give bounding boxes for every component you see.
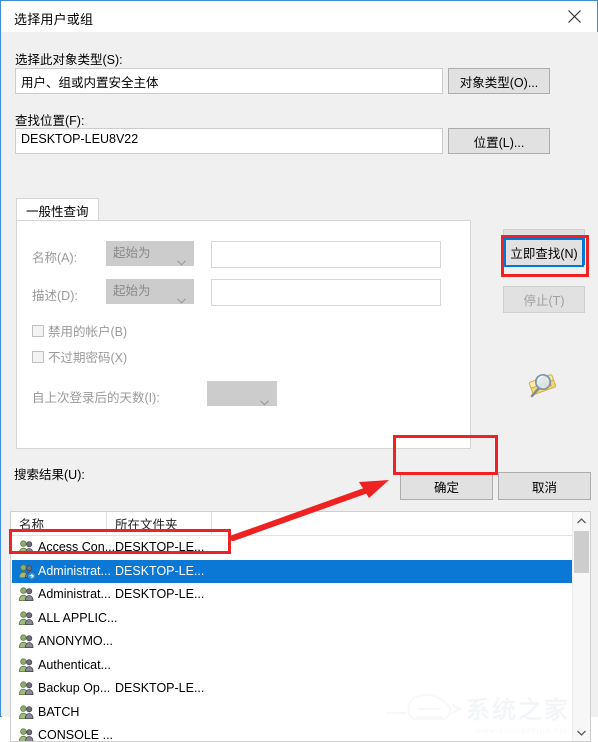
checkbox-box [32, 324, 44, 337]
row-name: ANONYMO... [38, 634, 114, 648]
non-expiring-password-label: 不过期密码(X) [48, 351, 128, 365]
table-row[interactable]: ANONYMO... [11, 630, 573, 654]
user-group-icon [18, 563, 37, 581]
description-condition-select[interactable]: 起始为 [106, 279, 194, 304]
row-folder: DESKTOP-LE... [115, 563, 205, 578]
row-name: Access Con... [38, 540, 116, 554]
column-header-folder[interactable]: 所在文件夹 [107, 512, 212, 534]
description-label: 描述(D): [32, 289, 78, 303]
table-row[interactable]: Administrat... DESKTOP-LE... [11, 583, 573, 607]
user-group-icon [18, 539, 35, 556]
disabled-accounts-checkbox[interactable]: 禁用的帐户(B) [32, 321, 127, 340]
table-row[interactable]: Authenticat... [11, 654, 573, 678]
page-title: 选择用户或组 [14, 12, 94, 27]
scroll-up-icon[interactable] [573, 512, 590, 529]
find-now-button[interactable]: 立即查找(N) [504, 238, 584, 267]
cancel-button[interactable]: 取消 [498, 472, 591, 500]
list-scrollbar[interactable] [572, 512, 590, 741]
find-magnifier-key-icon [523, 369, 563, 403]
user-group-icon [18, 727, 35, 741]
days-since-logon-select[interactable] [207, 381, 277, 406]
row-name: Backup Op... [38, 681, 111, 695]
location-label: 查找位置(F): [15, 114, 85, 128]
location-button[interactable]: 位置(L)... [448, 128, 550, 154]
user-group-icon [18, 633, 35, 650]
object-type-label: 选择此对象类型(S): [15, 53, 123, 67]
user-group-icon [18, 704, 35, 721]
row-name: Administrat... [38, 563, 111, 578]
list-header-row: 名称 所在文件夹 [11, 512, 590, 536]
stop-button[interactable]: 停止(T) [503, 286, 585, 313]
user-group-icon [18, 610, 35, 627]
search-results-list[interactable]: 名称 所在文件夹 Access Con... DESKTOP-LE... Admin… [10, 511, 591, 742]
scrollbar-thumb[interactable] [574, 531, 589, 573]
user-group-icon [18, 586, 35, 603]
disabled-accounts-label: 禁用的帐户(B) [48, 325, 128, 339]
object-type-button[interactable]: 对象类型(O)... [448, 68, 550, 94]
query-tabs: 一般性查询 [16, 198, 471, 221]
chevron-down-icon [260, 390, 269, 415]
scroll-down-icon[interactable] [573, 724, 590, 741]
table-row[interactable]: Administrat... DESKTOP-LE... [11, 559, 573, 584]
common-queries-panel: 名称(A): 起始为 描述(D): 起始为 禁用的帐户(B) 不过期密码(X) … [16, 220, 471, 449]
row-folder: DESKTOP-LE... [115, 587, 205, 601]
chevron-down-icon [177, 250, 186, 275]
row-name: Administrat... [38, 587, 111, 601]
name-condition-value: 起始为 [113, 246, 151, 260]
row-folder: DESKTOP-LE... [115, 681, 205, 695]
table-row[interactable]: ALL APPLIC... [11, 607, 573, 631]
row-name: ALL APPLIC... [38, 610, 118, 625]
chevron-down-icon [177, 288, 186, 313]
table-row[interactable]: BATCH [11, 701, 573, 725]
dialog-body: 选择此对象类型(S): 用户、组或内置安全主体 对象类型(O)... 查找位置(… [2, 32, 598, 742]
days-since-logon-label: 自上次登录后的天数(I): [32, 391, 160, 405]
ok-button[interactable]: 确定 [400, 472, 493, 500]
description-input[interactable] [211, 279, 441, 306]
object-type-field[interactable]: 用户、组或内置安全主体 [15, 68, 443, 94]
row-name: BATCH [38, 704, 80, 719]
name-label: 名称(A): [32, 251, 78, 265]
table-row[interactable]: Access Con... DESKTOP-LE... [11, 536, 573, 560]
row-name: CONSOLE ... [38, 728, 114, 742]
column-header-name[interactable]: 名称 [11, 512, 107, 534]
table-row[interactable]: Backup Op... DESKTOP-LE... [11, 677, 573, 701]
column-header-empty[interactable] [212, 512, 573, 534]
description-condition-value: 起始为 [113, 284, 151, 298]
row-folder: DESKTOP-LE... [115, 540, 205, 554]
location-field[interactable]: DESKTOP-LEU8V22 [15, 128, 443, 154]
name-condition-select[interactable]: 起始为 [106, 241, 194, 266]
close-icon[interactable] [551, 1, 597, 31]
title-bar: 选择用户或组 [1, 1, 597, 32]
row-name: Authenticat... [38, 657, 111, 672]
user-group-icon [18, 680, 35, 697]
checkbox-box [32, 350, 44, 363]
tab-common-queries[interactable]: 一般性查询 [16, 198, 99, 221]
name-input[interactable] [211, 241, 441, 268]
select-users-or-groups-dialog: 选择用户或组 选择此对象类型(S): 用户、组或内置安全主体 对象类型(O)..… [0, 0, 598, 742]
search-results-label: 搜索结果(U): [14, 468, 85, 482]
non-expiring-password-checkbox[interactable]: 不过期密码(X) [32, 347, 127, 366]
user-group-icon [18, 657, 35, 674]
table-row[interactable]: CONSOLE ... [11, 724, 573, 742]
